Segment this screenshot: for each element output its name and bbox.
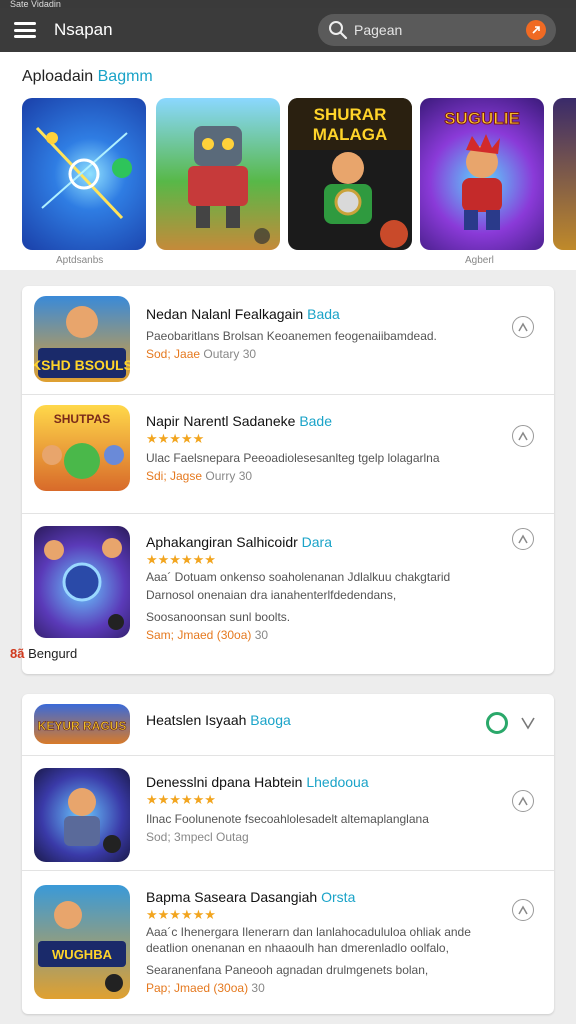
item-meta: Sod; 3mpecl Outag	[146, 830, 249, 844]
svg-text:KSHD BSOULS: KSHD BSOULS	[34, 357, 130, 373]
featured-game-tile[interactable]	[553, 98, 576, 250]
svg-text:KEYUR RAGUS: KEYUR RAGUS	[38, 719, 127, 733]
chevron-icon[interactable]	[520, 716, 536, 730]
menu-icon[interactable]	[14, 22, 36, 38]
item-description: Aaa´c Ihenergara Ilenerarn dan lanlahoca…	[146, 925, 471, 939]
game-thumbnail: WUGHBA	[34, 885, 130, 999]
svg-text:MALAGA: MALAGA	[313, 125, 388, 144]
promo-label: 8ã Bengurd	[10, 646, 78, 661]
item-description: Paeobaritlans Brolsan Keoanemen feogenai…	[146, 329, 437, 343]
tile-logo-text: SUGULIE	[444, 109, 520, 128]
list-item[interactable]: Denesslni dpana Habtein Lhedooua ★★★★★★ …	[22, 756, 554, 870]
rating-stars: ★★★★★★	[146, 552, 216, 567]
featured-game-tile[interactable]: SUGULIE	[420, 98, 544, 250]
item-description: Ilnac Foolunenote fsecoahlolesadelt alte…	[146, 812, 429, 826]
tile-caption: Agberl	[465, 255, 494, 266]
item-description-line3: Searanenfana Paneooh agnadan drulmgenets…	[146, 963, 429, 977]
game-list-card: KSHD BSOULS Nedan Nalanl Fealkagain Bada…	[22, 286, 554, 674]
search-placeholder: Pagean	[354, 22, 403, 38]
featured-game-tile[interactable]: SHURAR MALAGA	[288, 98, 412, 250]
app-title: Nsapan	[54, 20, 113, 39]
status-bar: Sate Vidadin	[0, 0, 576, 8]
item-title: Napir Narentl Sadaneke Bade	[146, 413, 333, 429]
list-item[interactable]: WUGHBA Bapma Saseara Dasangiah Orsta ★★★…	[22, 871, 554, 1011]
install-button[interactable]	[512, 425, 534, 447]
item-description: Ulac Faelsnepara Peeoadiolesesanlteg tge…	[146, 451, 440, 465]
search-field[interactable]: Pagean	[318, 14, 556, 46]
item-description-line3: Soosanoonsan sunl boolts.	[146, 610, 291, 624]
item-meta: Sam; Jmaed (30oa) 30	[146, 628, 269, 642]
svg-text:SHUTPAS: SHUTPAS	[54, 412, 110, 426]
featured-game-tile[interactable]	[156, 98, 280, 250]
item-meta: Pap; Jmaed (30oa) 30	[146, 981, 265, 995]
featured-title: Aploadain Bagmm	[22, 68, 153, 85]
game-thumbnail: SHUTPAS	[34, 405, 130, 491]
game-thumbnail: KSHD BSOULS	[34, 296, 130, 382]
game-list-card: KEYUR RAGUS Heatslen Isyaah Baoga Deness…	[22, 694, 554, 1014]
item-title: Nedan Nalanl Fealkagain Bada	[146, 306, 340, 322]
refresh-icon[interactable]	[486, 712, 508, 734]
rating-stars: ★★★★★	[146, 431, 205, 446]
list-item[interactable]: KSHD BSOULS Nedan Nalanl Fealkagain Bada…	[22, 286, 554, 394]
install-button[interactable]	[512, 899, 534, 921]
list-header-item[interactable]: KEYUR RAGUS Heatslen Isyaah Baoga	[22, 694, 554, 754]
item-description: Aaa´ Dotuam onkenso soaholenanan Jdlalku…	[146, 570, 451, 584]
voice-search-icon[interactable]	[526, 20, 546, 40]
list-item[interactable]: SHUTPAS Napir Narentl Sadaneke Bade ★★★★…	[22, 395, 554, 513]
install-button[interactable]	[512, 316, 534, 338]
rating-stars: ★★★★★★	[146, 907, 216, 922]
tile-caption: Aptdsanbs	[56, 255, 104, 266]
game-thumbnail: KEYUR RAGUS	[34, 704, 130, 744]
game-thumbnail	[34, 768, 130, 862]
app-bar: Nsapan Pagean	[0, 8, 576, 52]
item-description-line2: Darnosol onenaian dra ianahenterlfdedend…	[146, 588, 397, 602]
game-thumbnail	[34, 526, 130, 638]
item-meta: Sod; Jaae Outary 30	[146, 347, 257, 361]
featured-section: Aploadain Bagmm Aptdsanbs SHURAR MALAGA	[0, 52, 576, 270]
list-item[interactable]: Aphakangiran Salhicoidr Dara ★★★★★★ Aaa´…	[22, 514, 554, 674]
status-text: Sate Vidadin	[10, 0, 61, 8]
rating-stars: ★★★★★★	[146, 792, 216, 807]
section-title: Heatslen Isyaah Baoga	[146, 712, 291, 728]
svg-text:WUGHBA: WUGHBA	[52, 947, 113, 962]
install-button[interactable]	[512, 790, 534, 812]
install-button[interactable]	[512, 528, 534, 550]
arrow-icon	[518, 322, 528, 332]
item-title: Denesslni dpana Habtein Lhedooua	[146, 774, 369, 790]
featured-game-tile[interactable]	[22, 98, 146, 250]
item-description-line2: deatlion onenanan en nhaaoulh han dmeren…	[146, 941, 449, 955]
search-icon	[329, 21, 348, 40]
item-title: Bapma Saseara Dasangiah Orsta	[146, 889, 356, 905]
svg-text:SHURAR: SHURAR	[314, 105, 387, 124]
item-title: Aphakangiran Salhicoidr Dara	[146, 534, 333, 550]
item-meta: Sdi; Jagse Ourry 30	[146, 469, 253, 483]
